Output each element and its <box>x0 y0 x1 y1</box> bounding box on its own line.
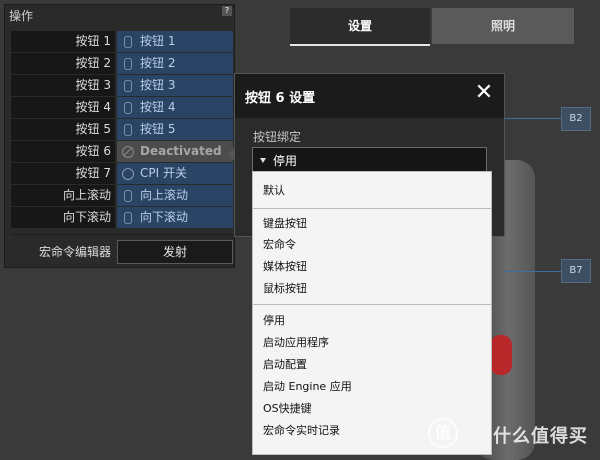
menu-item-launch-config[interactable]: 启动配置 <box>263 355 307 375</box>
mouse-red-accent <box>490 335 512 375</box>
row-label: 按钮 6 <box>11 141 115 162</box>
row-label: 按钮 4 <box>11 97 115 118</box>
watermark-text: 什么值得买 <box>493 426 588 447</box>
menu-item-live-macro-record[interactable]: 宏命令实时记录 <box>263 421 340 441</box>
menu-divider <box>253 304 491 305</box>
row-value[interactable]: 按钮 5 <box>117 119 233 140</box>
dialog-pointer <box>227 147 235 161</box>
tab-settings[interactable]: 设置 <box>290 8 430 44</box>
row-label: 按钮 7 <box>11 163 115 184</box>
mouse-icon <box>124 57 132 70</box>
row-value[interactable]: 按钮 1 <box>117 31 233 52</box>
ban-icon <box>122 145 134 158</box>
row-value-text: 按钮 5 <box>140 122 176 136</box>
menu-item-launch-engine-app[interactable]: 启动 Engine 应用 <box>263 377 352 397</box>
menu-divider <box>253 208 491 209</box>
row-value-text: 按钮 2 <box>140 56 176 70</box>
chevron-down-icon <box>260 157 266 163</box>
table-row[interactable]: 按钮 4 按钮 4 <box>11 97 233 119</box>
row-value-text: CPI 开关 <box>140 166 187 180</box>
macro-editor-label: 宏命令编辑器 <box>38 245 111 259</box>
mouse-button-tag-b2[interactable]: B2 <box>561 107 591 131</box>
menu-item-os-shortcut[interactable]: OS快捷键 <box>263 399 312 419</box>
watermark-logo: 值 <box>428 418 458 448</box>
actions-panel: 操作 ? 按钮 1 按钮 1 按钮 2 按钮 2 按钮 3 按钮 3 按钮 4 <box>4 4 235 268</box>
row-value-text: 向上滚动 <box>140 188 189 202</box>
panel-title: 操作 <box>9 9 34 23</box>
button-assignment-list: 按钮 1 按钮 1 按钮 2 按钮 2 按钮 3 按钮 3 按钮 4 按钮 4 … <box>11 31 233 229</box>
table-row[interactable]: 按钮 7 CPI 开关 <box>11 163 233 185</box>
row-value-text: 按钮 3 <box>140 78 176 92</box>
row-value-text: 按钮 1 <box>140 34 176 48</box>
dialog-header: 按钮 6 设置 ✕ <box>235 74 504 118</box>
menu-item-macro[interactable]: 宏命令 <box>263 235 296 255</box>
mouse-icon <box>124 123 132 136</box>
fire-button[interactable]: 发射 <box>117 240 233 264</box>
menu-item-mouse-button[interactable]: 鼠标按钮 <box>263 279 307 299</box>
dialog-title: 按钮 6 设置 <box>245 91 316 106</box>
binding-dropdown-menu: 默认 键盘按钮 宏命令 媒体按钮 鼠标按钮 停用 启动应用程序 启动配置 启动 … <box>252 171 492 455</box>
row-value-text: 向下滚动 <box>140 210 189 224</box>
table-row[interactable]: 向上滚动 向上滚动 <box>11 185 233 207</box>
close-icon[interactable]: ✕ <box>474 82 494 104</box>
table-row[interactable]: 按钮 2 按钮 2 <box>11 53 233 75</box>
mouse-button-tag-b7[interactable]: B7 <box>561 259 591 283</box>
mouse-icon <box>124 35 132 48</box>
gauge-icon <box>122 167 134 180</box>
help-icon[interactable]: ? <box>222 6 232 16</box>
binding-select-value: 停用 <box>273 153 298 168</box>
menu-item-media-button[interactable]: 媒体按钮 <box>263 257 307 277</box>
row-value-deactivated[interactable]: Deactivated <box>117 141 233 162</box>
mouse-icon <box>124 211 132 224</box>
table-row[interactable]: 按钮 1 按钮 1 <box>11 31 233 53</box>
row-label: 向上滚动 <box>11 185 115 206</box>
tab-lighting[interactable]: 照明 <box>432 8 574 44</box>
row-label: 按钮 5 <box>11 119 115 140</box>
binding-select[interactable]: 停用 <box>252 147 487 173</box>
row-value[interactable]: 按钮 4 <box>117 97 233 118</box>
leader-line-b2 <box>503 118 561 119</box>
tab-settings-underline <box>290 44 430 46</box>
leader-line-b7 <box>503 271 561 272</box>
menu-item-default[interactable]: 默认 <box>263 181 285 201</box>
binding-label: 按钮绑定 <box>253 130 302 144</box>
row-value[interactable]: 按钮 3 <box>117 75 233 96</box>
table-row[interactable]: 向下滚动 向下滚动 <box>11 207 233 229</box>
row-label: 按钮 2 <box>11 53 115 74</box>
row-value-text: Deactivated <box>140 144 222 158</box>
menu-item-launch-app[interactable]: 启动应用程序 <box>263 333 329 353</box>
row-label: 向下滚动 <box>11 207 115 228</box>
row-value[interactable]: 按钮 2 <box>117 53 233 74</box>
menu-item-disable[interactable]: 停用 <box>263 311 285 331</box>
mouse-icon <box>124 101 132 114</box>
mouse-icon <box>124 79 132 92</box>
divider <box>11 234 233 235</box>
mouse-icon <box>124 189 132 202</box>
table-row[interactable]: 按钮 3 按钮 3 <box>11 75 233 97</box>
menu-item-keyboard-button[interactable]: 键盘按钮 <box>263 214 307 234</box>
row-value[interactable]: CPI 开关 <box>117 163 233 184</box>
row-label: 按钮 3 <box>11 75 115 96</box>
table-row[interactable]: 按钮 5 按钮 5 <box>11 119 233 141</box>
row-value[interactable]: 向下滚动 <box>117 207 233 228</box>
macro-editor-row: 宏命令编辑器 发射 <box>11 240 233 264</box>
row-label: 按钮 1 <box>11 31 115 52</box>
table-row[interactable]: 按钮 6 Deactivated <box>11 141 233 163</box>
row-value-text: 按钮 4 <box>140 100 176 114</box>
row-value[interactable]: 向上滚动 <box>117 185 233 206</box>
